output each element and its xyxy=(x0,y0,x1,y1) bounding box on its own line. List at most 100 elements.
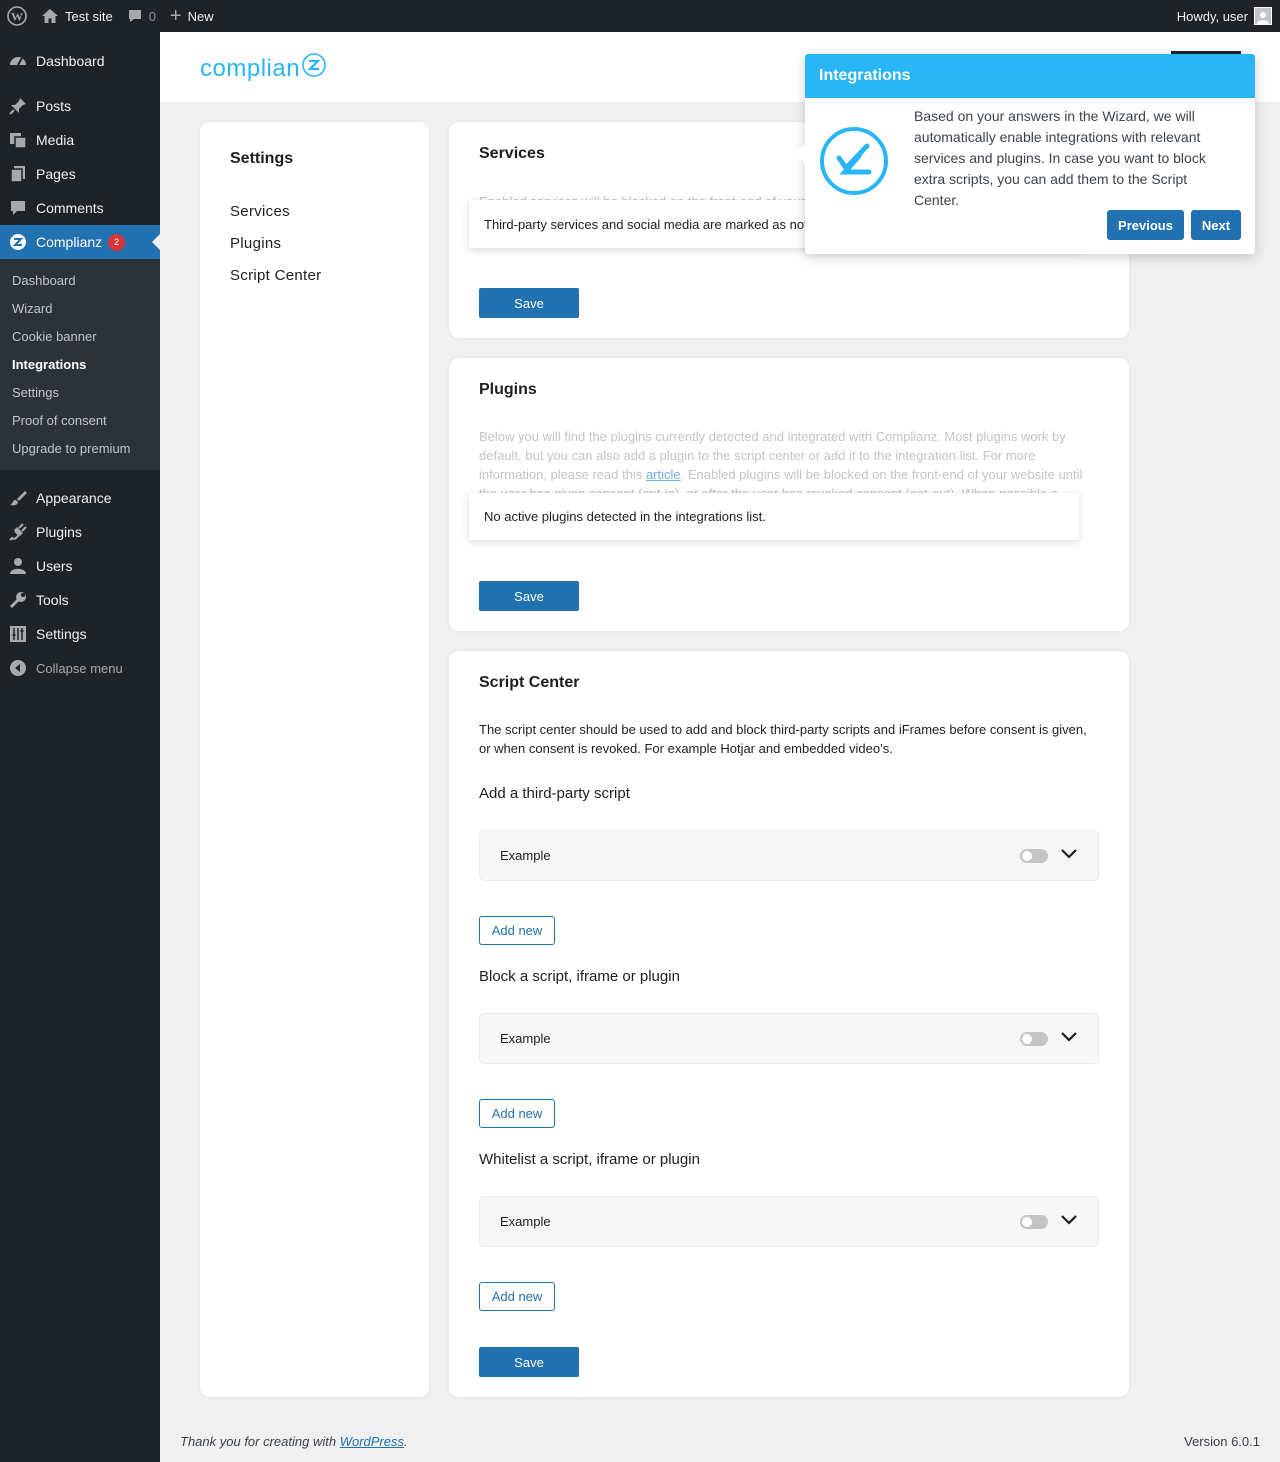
media-icon xyxy=(0,131,36,149)
footer-version: Version 6.0.1 xyxy=(1184,1434,1260,1449)
submenu-item-cookie-banner[interactable]: Cookie banner xyxy=(0,322,160,350)
add-script-label: Add a third-party script xyxy=(479,785,630,802)
settings-menu-title: Settings xyxy=(230,150,294,167)
whitelist-script-label: Whitelist a script, iframe or plugin xyxy=(479,1151,700,1168)
previous-button[interactable]: Previous xyxy=(1107,210,1184,240)
popover-title: Integrations xyxy=(819,67,911,84)
plugins-title: Plugins xyxy=(479,381,537,398)
settings-menu-card: Settings Services Plugins Script Center xyxy=(200,122,429,1397)
complianz-z-icon xyxy=(302,53,326,84)
sliders-icon xyxy=(0,625,36,643)
collapse-menu-button[interactable]: Collapse menu xyxy=(0,651,160,685)
script-center-title: Script Center xyxy=(479,674,580,691)
my-account[interactable]: Howdy, user xyxy=(1177,7,1280,25)
settings-menu-link-services[interactable]: Services xyxy=(230,202,399,234)
next-button[interactable]: Next xyxy=(1191,210,1241,240)
plug-icon xyxy=(0,523,36,541)
user-icon xyxy=(0,557,36,575)
sidebar-item-label: Appearance xyxy=(36,490,112,506)
plugins-notice-text: No active plugins detected in the integr… xyxy=(484,509,766,524)
avatar xyxy=(1254,7,1272,25)
plugins-notice: No active plugins detected in the integr… xyxy=(469,493,1079,540)
sidebar-item-label: Pages xyxy=(36,166,76,182)
footer-thanks-post: . xyxy=(404,1434,408,1449)
new-label: New xyxy=(187,8,214,24)
sidebar-item-complianz[interactable]: Complianz 2 xyxy=(0,225,160,259)
footer-thanks-pre: Thank you for creating with xyxy=(180,1434,340,1449)
sidebar-item-label: Media xyxy=(36,132,75,148)
enable-toggle[interactable] xyxy=(1020,1031,1048,1046)
panel-title: Example xyxy=(500,848,551,863)
sidebar-item-label: Tools xyxy=(36,592,69,608)
site-link[interactable]: Test site xyxy=(34,0,120,32)
services-notice-text: Third-party services and social media ar… xyxy=(484,216,808,232)
sidebar-item-label: Settings xyxy=(36,626,87,642)
chevron-down-icon[interactable] xyxy=(1060,1214,1078,1229)
sidebar-item-users[interactable]: Users xyxy=(0,549,160,583)
enable-toggle[interactable] xyxy=(1020,848,1048,863)
sidebar-item-label: Dashboard xyxy=(36,53,105,69)
script-center-save-button[interactable]: Save xyxy=(479,1347,579,1377)
sidebar-item-label: Plugins xyxy=(36,524,82,540)
sidebar-item-dashboard[interactable]: Dashboard xyxy=(0,44,160,78)
enable-toggle[interactable] xyxy=(1020,1214,1048,1229)
block-script-add-new-button[interactable]: Add new xyxy=(479,1099,555,1128)
svg-text:W: W xyxy=(11,10,23,24)
comments-count: 0 xyxy=(148,8,156,24)
wordpress-link[interactable]: WordPress xyxy=(340,1434,404,1449)
collapse-menu-label: Collapse menu xyxy=(36,660,123,676)
panel-title: Example xyxy=(500,1214,551,1229)
panel-title: Example xyxy=(500,1031,551,1046)
whitelist-script-panel[interactable]: Example xyxy=(479,1196,1099,1247)
services-save-button[interactable]: Save xyxy=(479,288,579,318)
whitelist-script-add-new-button[interactable]: Add new xyxy=(479,1282,555,1311)
popover-arrow xyxy=(795,144,805,164)
plugins-card: Plugins Below you will find the plugins … xyxy=(449,358,1129,631)
submenu-item-upgrade[interactable]: Upgrade to premium xyxy=(0,434,160,462)
sidebar-item-appearance[interactable]: Appearance xyxy=(0,481,160,515)
add-script-add-new-button[interactable]: Add new xyxy=(479,916,555,945)
script-center-card: Script Center The script center should b… xyxy=(449,651,1129,1397)
sidebar-item-posts[interactable]: Posts xyxy=(0,89,160,123)
tour-popover: Integrations Based on your answers in th… xyxy=(795,54,1255,254)
wordpress-logo-icon[interactable]: W xyxy=(0,0,34,32)
update-badge: 2 xyxy=(108,233,126,251)
complianz-logo[interactable]: complian xyxy=(200,53,326,84)
pages-icon xyxy=(0,165,36,183)
sidebar-item-media[interactable]: Media xyxy=(0,123,160,157)
admin-bar: W Test site 0 + New Howdy, user xyxy=(0,0,1280,32)
comments-link[interactable]: 0 xyxy=(120,0,163,32)
pin-icon xyxy=(0,97,36,115)
plugins-faded-description: Below you will find the plugins currentl… xyxy=(479,427,1089,494)
popover-text: Based on your answers in the Wizard, we … xyxy=(914,108,1206,208)
sidebar-item-comments[interactable]: Comments xyxy=(0,191,160,225)
submenu-item-integrations[interactable]: Integrations xyxy=(0,350,160,378)
submenu-item-wizard[interactable]: Wizard xyxy=(0,294,160,322)
chevron-down-icon[interactable] xyxy=(1060,1031,1078,1046)
chevron-down-icon[interactable] xyxy=(1060,848,1078,863)
add-script-panel[interactable]: Example xyxy=(479,830,1099,881)
sidebar-item-pages[interactable]: Pages xyxy=(0,157,160,191)
submenu-item-proof-of-consent[interactable]: Proof of consent xyxy=(0,406,160,434)
sidebar-item-label: Users xyxy=(36,558,73,574)
sidebar-item-plugins[interactable]: Plugins xyxy=(0,515,160,549)
sidebar-item-tools[interactable]: Tools xyxy=(0,583,160,617)
dashboard-icon xyxy=(0,52,36,70)
plugins-article-link[interactable]: article xyxy=(646,467,681,482)
site-name: Test site xyxy=(65,8,113,24)
complianz-badge-icon xyxy=(819,126,889,201)
submenu-item-settings[interactable]: Settings xyxy=(0,378,160,406)
comment-icon xyxy=(0,199,36,217)
sidebar-item-label: Complianz xyxy=(36,234,103,250)
sidebar-item-settings[interactable]: Settings xyxy=(0,617,160,651)
comment-bubble-icon xyxy=(127,8,143,24)
new-content-link[interactable]: + New xyxy=(163,0,221,32)
plugins-save-button[interactable]: Save xyxy=(479,581,579,611)
home-icon xyxy=(41,7,59,25)
settings-menu-link-plugins[interactable]: Plugins xyxy=(230,234,399,266)
block-script-panel[interactable]: Example xyxy=(479,1013,1099,1064)
complianz-submenu: Dashboard Wizard Cookie banner Integrati… xyxy=(0,259,160,470)
admin-sidebar: Dashboard Posts Media Pages Comments Com… xyxy=(0,32,160,1462)
settings-menu-link-script-center[interactable]: Script Center xyxy=(230,266,399,298)
submenu-item-dashboard[interactable]: Dashboard xyxy=(0,266,160,294)
